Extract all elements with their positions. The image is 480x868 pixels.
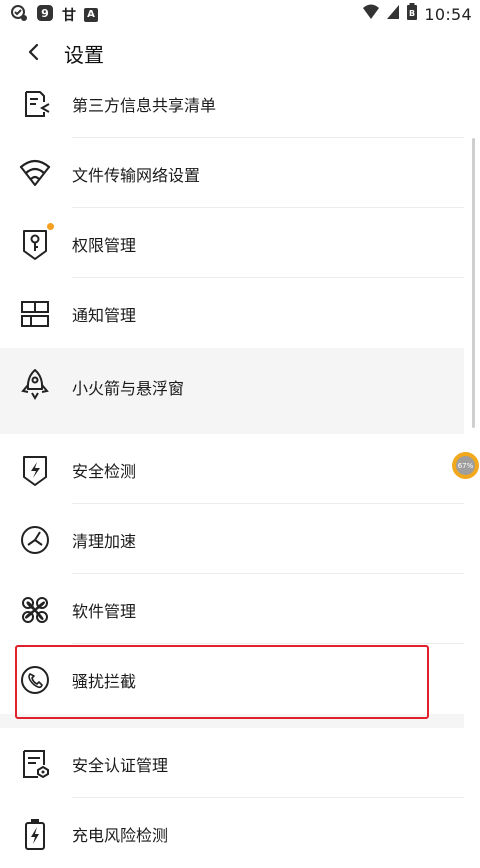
clean-speed-icon [18, 523, 52, 557]
document-share-icon [18, 87, 52, 121]
list-item-label: 清理加速 [72, 532, 137, 551]
list-item-security-check[interactable]: 安全检测 [0, 434, 464, 504]
back-button[interactable] [18, 38, 48, 66]
status-time: 10:54 [424, 4, 472, 24]
badge-dot [47, 223, 54, 230]
status-bar: 9 甘 A B 10:54 [0, 0, 480, 26]
list-item-label: 充电风险检测 [72, 826, 169, 845]
list-item-software-management[interactable]: 软件管理 [0, 574, 464, 644]
status-bar-right: B 10:54 [362, 3, 472, 25]
list-item-label: 骚扰拦截 [72, 672, 137, 691]
list-item-label: 第三方信息共享清单 [72, 96, 217, 115]
list-item-label: 安全认证管理 [72, 756, 169, 775]
phone-block-icon [18, 663, 52, 697]
app-manage-icon [18, 593, 52, 627]
list-item-charging-risk-check[interactable]: 充电风险检测 [0, 798, 464, 868]
list-item-file-transfer-network[interactable]: 文件传输网络设置 [0, 138, 464, 208]
list-item-label: 小火箭与悬浮窗 [72, 379, 185, 398]
floating-ball-percent: 67% [456, 456, 475, 475]
list-item-label: 通知管理 [72, 306, 137, 325]
status-bar-left: 9 甘 A [10, 4, 98, 26]
status-badge: A [84, 8, 98, 22]
svg-text:B: B [409, 9, 415, 18]
battery-icon: B [406, 3, 418, 25]
floating-ball[interactable]: 67% [452, 452, 479, 479]
scrollbar[interactable] [472, 138, 475, 428]
notification-blocks-icon [18, 297, 52, 331]
list-item-permission-management[interactable]: 权限管理 [0, 208, 464, 278]
signal-icon [386, 4, 400, 24]
key-shield-icon [18, 227, 52, 261]
list-item-label: 文件传输网络设置 [72, 166, 201, 185]
list-item-label: 权限管理 [72, 236, 137, 255]
section-divider-band [0, 714, 464, 728]
list-item-label: 安全检测 [72, 462, 137, 481]
list-item-third-party-info[interactable]: 第三方信息共享清单 [0, 68, 464, 138]
app-icon: 9 [36, 4, 54, 26]
list-item-security-certificate[interactable]: 安全认证管理 [0, 728, 464, 798]
battery-bolt-icon [18, 817, 52, 851]
page-title: 设置 [64, 43, 104, 67]
certificate-icon [18, 747, 52, 781]
list-item-notification-management[interactable]: 通知管理 [0, 278, 464, 348]
wifi-icon [18, 157, 52, 191]
list-item-label: 软件管理 [72, 602, 137, 621]
list-item-clean-speedup[interactable]: 清理加速 [0, 504, 464, 574]
notification-icon [10, 4, 28, 26]
svg-text:9: 9 [41, 7, 49, 20]
list-item-rocket-floating-window[interactable]: 小火箭与悬浮窗 [0, 350, 464, 434]
chevron-left-icon [28, 43, 39, 61]
wifi-icon [362, 4, 380, 24]
shield-bolt-icon [18, 453, 52, 487]
status-text: 甘 [62, 8, 76, 24]
list-item-harassment-block[interactable]: 骚扰拦截 [0, 644, 464, 714]
rocket-icon [18, 367, 52, 401]
